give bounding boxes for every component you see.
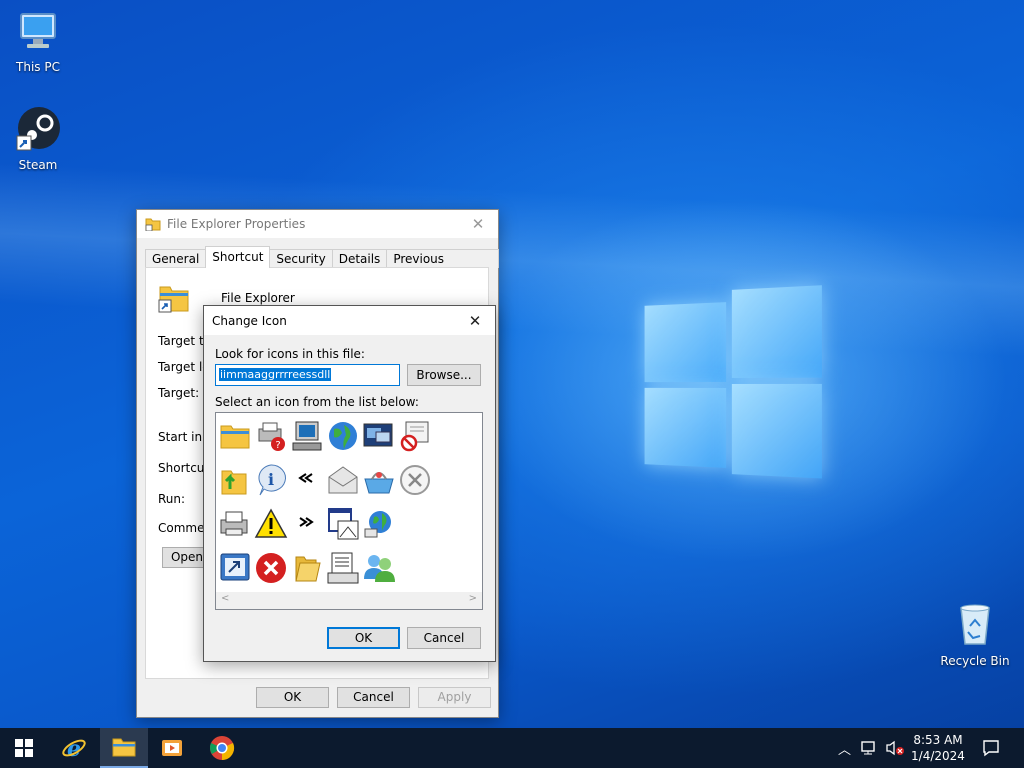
change-icon-dialog: Change Icon ✕ Look for icons in this fil… (203, 305, 496, 662)
monitor-arrow-icon[interactable] (218, 551, 252, 585)
error-icon[interactable] (254, 551, 288, 585)
close-icon[interactable]: ✕ (466, 215, 490, 233)
steam-icon (16, 107, 60, 151)
globe-network-icon[interactable] (362, 507, 396, 541)
folder-icon (145, 218, 161, 231)
tab-shortcut[interactable]: Shortcut (205, 246, 271, 268)
folder-icon (112, 738, 136, 757)
network-icon[interactable] (861, 740, 879, 756)
basket-icon[interactable] (362, 463, 396, 497)
select-icon-label: Select an icon from the list below: (215, 395, 419, 409)
chrome-icon (210, 736, 235, 761)
desktop-icon-label: This PC (16, 60, 60, 74)
media-player-icon (162, 740, 182, 756)
scroll-right-icon[interactable]: > (469, 593, 477, 604)
svg-text:i: i (268, 470, 274, 489)
notification-icon (983, 740, 999, 757)
tab-security[interactable]: Security (269, 249, 333, 268)
browse-button[interactable]: Browse... (407, 364, 481, 386)
tab-details[interactable]: Details (331, 249, 388, 268)
computer-icon[interactable] (290, 419, 324, 453)
desktop-icon-recycle-bin[interactable]: Recycle Bin (937, 600, 1013, 668)
app-name: File Explorer (221, 291, 295, 305)
chevron-up-icon[interactable]: ︿ (838, 739, 851, 758)
ok-button[interactable]: OK (327, 627, 400, 649)
taskbar-media-player[interactable] (148, 728, 196, 768)
window-chart-icon[interactable] (326, 507, 360, 541)
document-window-icon[interactable] (326, 551, 360, 585)
windows-start-icon (15, 739, 33, 757)
desktop-icon-label: Recycle Bin (940, 654, 1010, 668)
taskbar-internet-explorer[interactable]: e (50, 728, 98, 768)
info-icon[interactable]: i (254, 463, 288, 497)
system-tray: ︿ (838, 728, 905, 768)
properties-titlebar[interactable]: File Explorer Properties ✕ (137, 210, 498, 238)
icon-list[interactable]: ? i < > (215, 412, 483, 610)
scroll-left-icon[interactable]: < (221, 593, 229, 604)
look-for-label: Look for icons in this file: (215, 347, 365, 361)
notification-center-button[interactable] (980, 728, 1002, 768)
warning-icon[interactable] (254, 507, 288, 541)
file-explorer-icon (158, 286, 189, 313)
apply-button[interactable]: Apply (418, 687, 491, 708)
field-label: Target: (158, 386, 200, 400)
icon-file-input[interactable]: iimmaaggrrrreessdll (215, 364, 400, 386)
properties-title: File Explorer Properties (167, 217, 306, 231)
globe-icon[interactable] (326, 419, 360, 453)
change-icon-title: Change Icon (212, 313, 287, 328)
envelope-icon[interactable] (326, 463, 360, 497)
change-icon-titlebar[interactable]: Change Icon ✕ (204, 306, 495, 335)
clock-time: 8:53 AM (913, 733, 963, 747)
users-icon[interactable] (362, 551, 396, 585)
cancel-button[interactable]: Cancel (337, 687, 410, 708)
desktop-icon-steam[interactable]: Steam (0, 106, 76, 172)
desktop-icon-label: Steam (18, 158, 58, 172)
cancel-button[interactable]: Cancel (407, 627, 481, 649)
recycle-bin-icon (960, 604, 990, 645)
start-button[interactable] (0, 728, 48, 768)
taskbar: e ︿ 8:53 AM 1/4/2024 (0, 728, 1024, 768)
clock-date: 1/4/2024 (911, 749, 965, 763)
taskbar-file-explorer[interactable] (100, 728, 148, 768)
printer-help-icon[interactable]: ? (254, 419, 288, 453)
ok-button[interactable]: OK (256, 687, 329, 708)
double-right-icon[interactable] (290, 507, 324, 541)
close-icon[interactable]: ✕ (463, 312, 487, 330)
computer-icon (20, 13, 56, 48)
field-label: Start in: (158, 430, 207, 444)
windows-logo-wallpaper (644, 285, 822, 485)
tab-general[interactable]: General (145, 249, 207, 268)
field-label: Run: (158, 492, 186, 506)
folder-up-icon[interactable] (218, 463, 252, 497)
folder-open-icon[interactable] (290, 551, 324, 585)
folder-icon[interactable] (218, 419, 252, 453)
svg-text:e: e (67, 736, 81, 761)
double-left-icon[interactable] (290, 463, 324, 497)
printer-icon[interactable] (218, 507, 252, 541)
close-circle-icon[interactable] (398, 463, 432, 497)
volume-muted-icon[interactable] (885, 740, 905, 756)
icon-list-horizontal-scrollbar[interactable]: < > (216, 592, 482, 609)
internet-explorer-icon: e (62, 736, 86, 761)
desktop-icon-this-pc[interactable]: This PC (0, 8, 76, 74)
taskbar-chrome[interactable] (198, 728, 246, 768)
windows-stack-icon[interactable] (362, 419, 396, 453)
icon-file-value: iimmaaggrrrreessdll (219, 368, 332, 381)
tab-previous-versions[interactable]: Previous Versions (386, 249, 499, 284)
blocked-window-icon[interactable] (398, 419, 432, 453)
clock[interactable]: 8:53 AM 1/4/2024 (905, 728, 971, 768)
svg-text:?: ? (275, 440, 280, 451)
properties-tabs: General Shortcut Security Details Previo… (145, 246, 499, 284)
